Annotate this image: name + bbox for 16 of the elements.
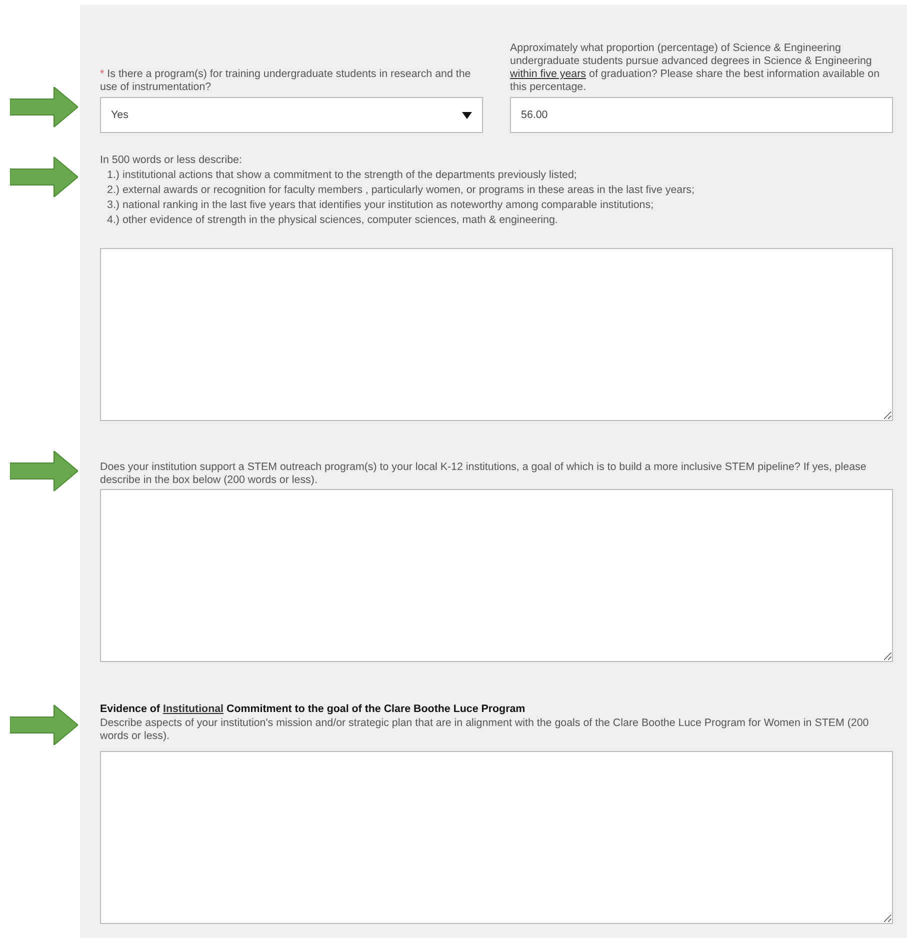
list-item: 3.) national ranking in the last five years that identifies your institution as noteworthy among comparable institutions;: [106, 198, 655, 213]
question-label: Approximately what proportion (percentage) of Science & Engineering undergraduate students pursue advanced degrees in Science & Engineering within five years of graduation? Please share the best information available on this percentage.: [510, 42, 881, 94]
input-field[interactable]: 56.00: [510, 97, 893, 133]
list-item: 2.) external awards or recognition for faculty members , particularly women, or programs in these areas in the last five years;: [106, 183, 696, 198]
answer-box[interactable]: [100, 489, 893, 662]
question-label: In 500 words or less describe:: [100, 153, 243, 168]
list-item: 1.) institutional actions that show a commitment to the strength of the departments previously listed;: [106, 168, 578, 183]
question-label: Describe aspects of your institution's mission and/or strategic plan that are in alignment with the goals of the Clare Boothe Luce Program for Women in STEM (200 words or less).: [100, 717, 870, 743]
answer-box[interactable]: [100, 248, 893, 421]
question-label: * Is there a program(s) for training undergraduate students in research and the use of instrumentation?: [100, 68, 472, 94]
list-item: 4.) other evidence of strength in the physical sciences, computer sciences, math & engineering.: [106, 213, 559, 228]
select-field[interactable]: Yes: [100, 97, 483, 133]
question-label: Does your institution support a STEM outreach program(s) to your local K-12 institutions, a goal of which is to build a more inclusive STEM pipeline? If yes, please describe in the box below (200 words or less).: [100, 461, 868, 487]
caret-icon: [462, 112, 472, 118]
answer-box[interactable]: [100, 751, 893, 924]
section-title: Evidence of Institutional Commitment to the goal of the Clare Boothe Luce Program: [100, 702, 526, 717]
